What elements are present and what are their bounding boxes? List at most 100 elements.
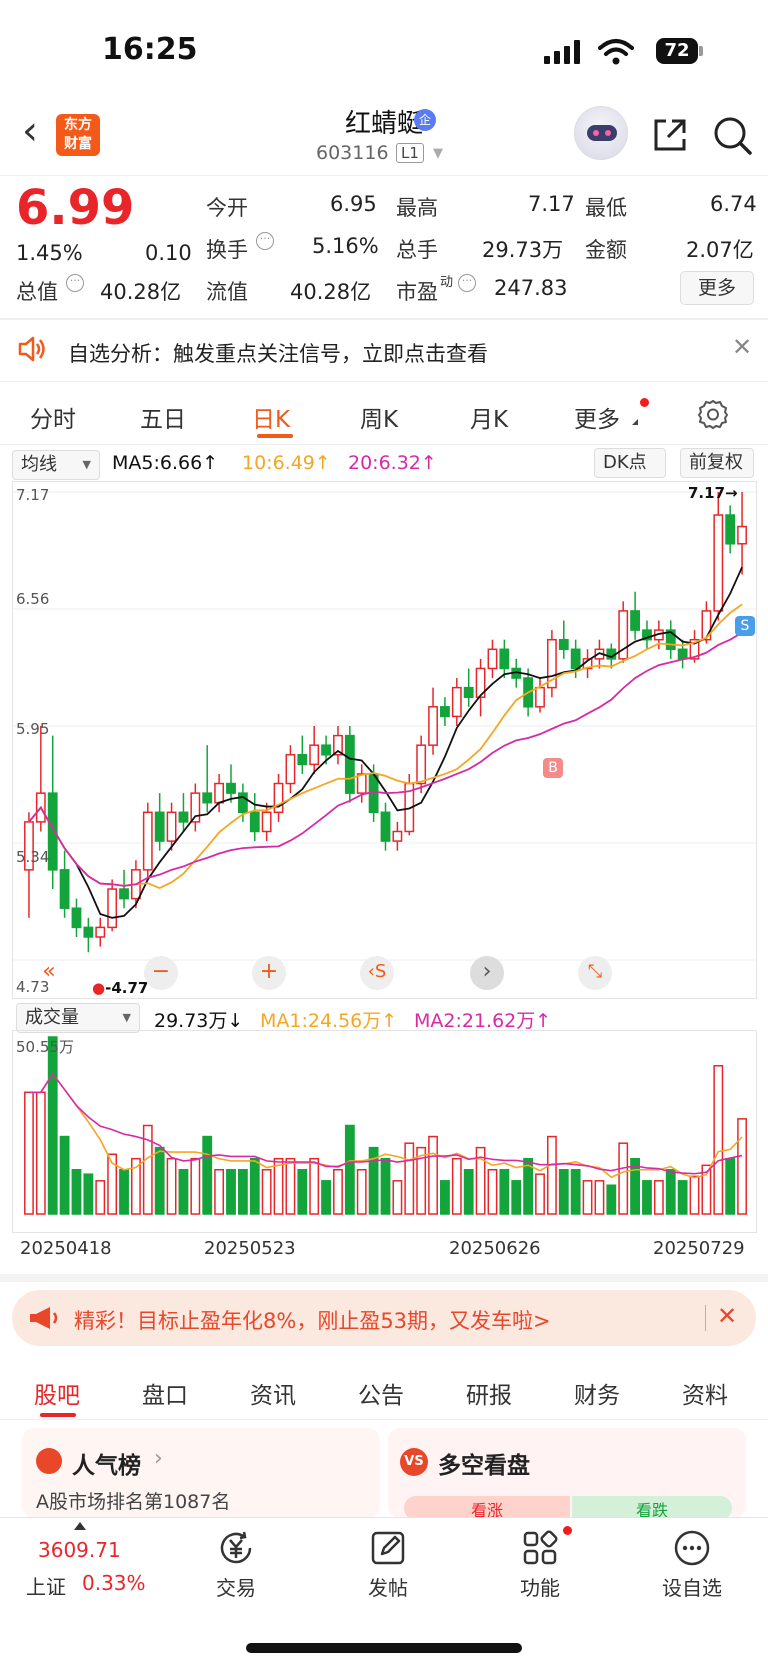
high-value: 7.17 (528, 192, 575, 216)
volume-bar (653, 1180, 664, 1215)
change-percent: 1.45% (16, 241, 83, 265)
volume-bar (392, 1180, 403, 1215)
chevron-down-icon: ▼ (122, 1011, 131, 1024)
volume-bar (511, 1180, 522, 1215)
ma5-text: MA5:6.66 (112, 452, 203, 474)
next-button[interactable]: › (470, 956, 504, 990)
settings-gear-icon[interactable] (697, 398, 729, 430)
volume-indicator-selector[interactable]: 成交量 ▼ (16, 1003, 140, 1033)
banner-text[interactable]: 精彩！目标止盈年化8%，刚止盈53期，又发车啦> (74, 1305, 551, 1335)
tab-more[interactable]: 更多 (574, 400, 620, 434)
candle-body (416, 744, 427, 785)
volume-bar (95, 1180, 106, 1215)
candle-body (451, 686, 462, 718)
candle-body (226, 782, 236, 794)
prev-signal-button[interactable]: ‹S (360, 956, 394, 990)
chevron-right-icon: › (154, 1446, 163, 1471)
volume-bar (570, 1169, 581, 1215)
open-label: 今开 (206, 196, 248, 220)
candle-body (344, 734, 355, 794)
candle-body (309, 744, 320, 766)
scroll-left-button[interactable]: « (32, 956, 66, 990)
trade-yen-icon[interactable] (216, 1528, 256, 1568)
tab-five-day[interactable]: 五日 (140, 400, 186, 434)
vol-ma2-value: MA2:21.62万↑ (414, 1010, 552, 1032)
index-name[interactable]: 上证 (26, 1571, 66, 1600)
pe-info-icon[interactable]: ··· (458, 274, 476, 292)
market-cap-label: 总值 (16, 280, 58, 304)
sell-marker-badge: S (735, 616, 755, 636)
min-dot: ● (92, 979, 106, 997)
zoom-in-button[interactable]: + (252, 956, 286, 990)
volume-bar (297, 1169, 308, 1215)
function-notification-dot (563, 1526, 572, 1535)
candle-body (273, 782, 284, 814)
volume-bar (83, 1173, 94, 1215)
tab-weekly-k[interactable]: 周K (360, 400, 398, 434)
volume-bar (558, 1169, 569, 1215)
tab-monthly-k[interactable]: 月K (470, 400, 508, 434)
tab-research[interactable]: 研报 (466, 1376, 512, 1410)
turnover-info-icon[interactable]: ··· (256, 232, 274, 250)
more-quote-button[interactable]: 更多 (680, 271, 754, 305)
ma5-value: MA5:6.66↑ (112, 452, 219, 474)
more-notification-dot (640, 398, 649, 407)
volume-bar (618, 1142, 629, 1215)
market-cap-info-icon[interactable]: ··· (66, 274, 84, 292)
watchlist-chat-icon[interactable] (672, 1528, 712, 1568)
nav-function[interactable]: 功能 (490, 1572, 590, 1601)
y-tick-1: 6.56 (16, 590, 50, 608)
assistant-robot-icon[interactable] (574, 106, 628, 160)
level-dropdown-icon[interactable]: ▼ (433, 146, 443, 161)
volume-bar (321, 1180, 331, 1215)
indicator-selector[interactable]: 均线 ▼ (12, 450, 100, 480)
post-edit-icon[interactable] (368, 1528, 408, 1568)
volume-label: 总手 (396, 238, 438, 262)
volume-bar (546, 1135, 557, 1215)
nav-post[interactable]: 发帖 (338, 1572, 438, 1601)
tab-daily-k[interactable]: 日K (252, 400, 290, 434)
function-grid-icon[interactable] (520, 1528, 560, 1568)
volume-bar (665, 1169, 676, 1215)
volume-bar (440, 1180, 450, 1215)
vs-icon: VS (400, 1448, 428, 1476)
ma10-text: 10:6.49 (242, 452, 315, 474)
tab-financials[interactable]: 财务 (574, 1376, 620, 1410)
banner-divider (705, 1305, 706, 1331)
volume-bar (226, 1169, 236, 1215)
tab-forum[interactable]: 股吧 (34, 1376, 80, 1410)
tab-intraday[interactable]: 分时 (30, 400, 76, 434)
adjust-mode-button[interactable]: 前复权 (680, 448, 754, 478)
zoom-out-button[interactable]: − (144, 956, 178, 990)
ranking-chart-icon (36, 1448, 62, 1474)
volume-bar (119, 1169, 129, 1215)
nav-add-watchlist[interactable]: 设自选 (642, 1572, 742, 1601)
tab-news[interactable]: 资讯 (250, 1376, 296, 1410)
kline-chart-area[interactable] (12, 481, 758, 999)
close-alert-icon[interactable]: ✕ (732, 333, 752, 361)
volume-chart-area[interactable] (12, 1030, 757, 1233)
x-tick-3: 20250729 (653, 1238, 745, 1259)
index-value[interactable]: 3609.71 (38, 1538, 121, 1562)
share-icon[interactable] (650, 115, 690, 155)
volume-bar (535, 1173, 545, 1215)
close-banner-icon[interactable]: ✕ (717, 1302, 737, 1330)
candle-body (440, 706, 450, 718)
volume-bar (166, 1157, 177, 1215)
index-change[interactable]: 0.33% (82, 1571, 146, 1595)
fullscreen-icon[interactable]: ⤡ (578, 956, 612, 990)
tab-profile[interactable]: 资料 (682, 1376, 728, 1410)
candle-body (428, 706, 438, 746)
nav-trade[interactable]: 交易 (186, 1572, 286, 1601)
volume-bar (261, 1169, 272, 1215)
tab-orderbook[interactable]: 盘口 (142, 1376, 188, 1410)
candle-body (725, 514, 736, 545)
tab-announcements[interactable]: 公告 (358, 1376, 404, 1410)
search-icon[interactable] (712, 115, 754, 157)
level-badge[interactable]: L1 (396, 143, 424, 163)
vol-ma1-text: MA1:24.56万 (260, 1010, 382, 1032)
alert-text[interactable]: 自选分析：触发重点关注信号，立即点击查看 (68, 338, 488, 368)
volume-bar (344, 1124, 355, 1215)
dk-point-button[interactable]: DK点 (594, 448, 666, 478)
volume-max-label: 50.55万 (16, 1038, 74, 1056)
